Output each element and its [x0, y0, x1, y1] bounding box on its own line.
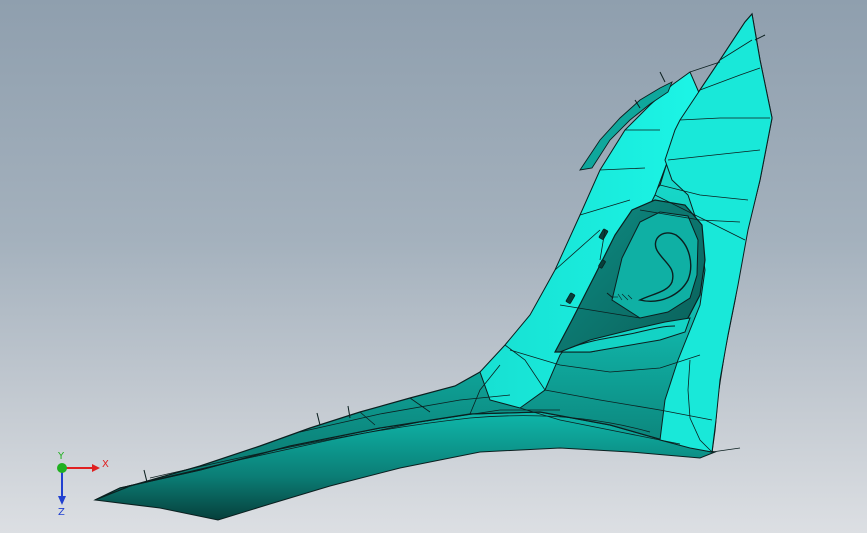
x-axis-arrow	[92, 464, 100, 472]
z-axis-arrow	[58, 496, 66, 505]
x-axis-label: X	[102, 459, 109, 470]
z-axis-label: Z	[58, 507, 65, 518]
y-axis-indicator	[57, 463, 67, 473]
bumper-model[interactable]	[0, 0, 867, 533]
coordinate-triad: X Z Y	[57, 451, 109, 518]
graphics-viewport[interactable]: X Z Y	[0, 0, 867, 533]
y-axis-label: Y	[57, 451, 65, 462]
